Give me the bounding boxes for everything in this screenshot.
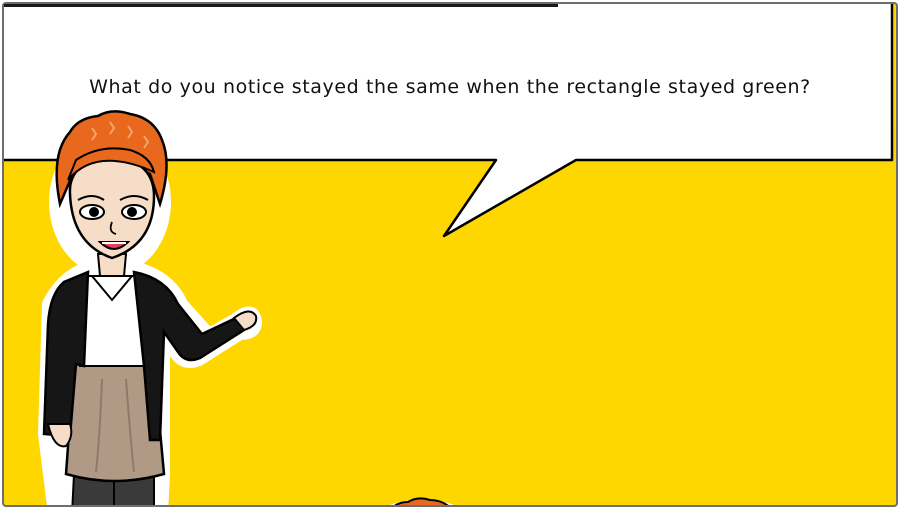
panel-top-accent: [4, 4, 558, 7]
student-head: [389, 497, 455, 505]
comic-panel: What do you notice stayed the same when …: [2, 2, 898, 507]
teacher-jacket-right: [132, 270, 246, 442]
teacher-character: [38, 110, 262, 505]
